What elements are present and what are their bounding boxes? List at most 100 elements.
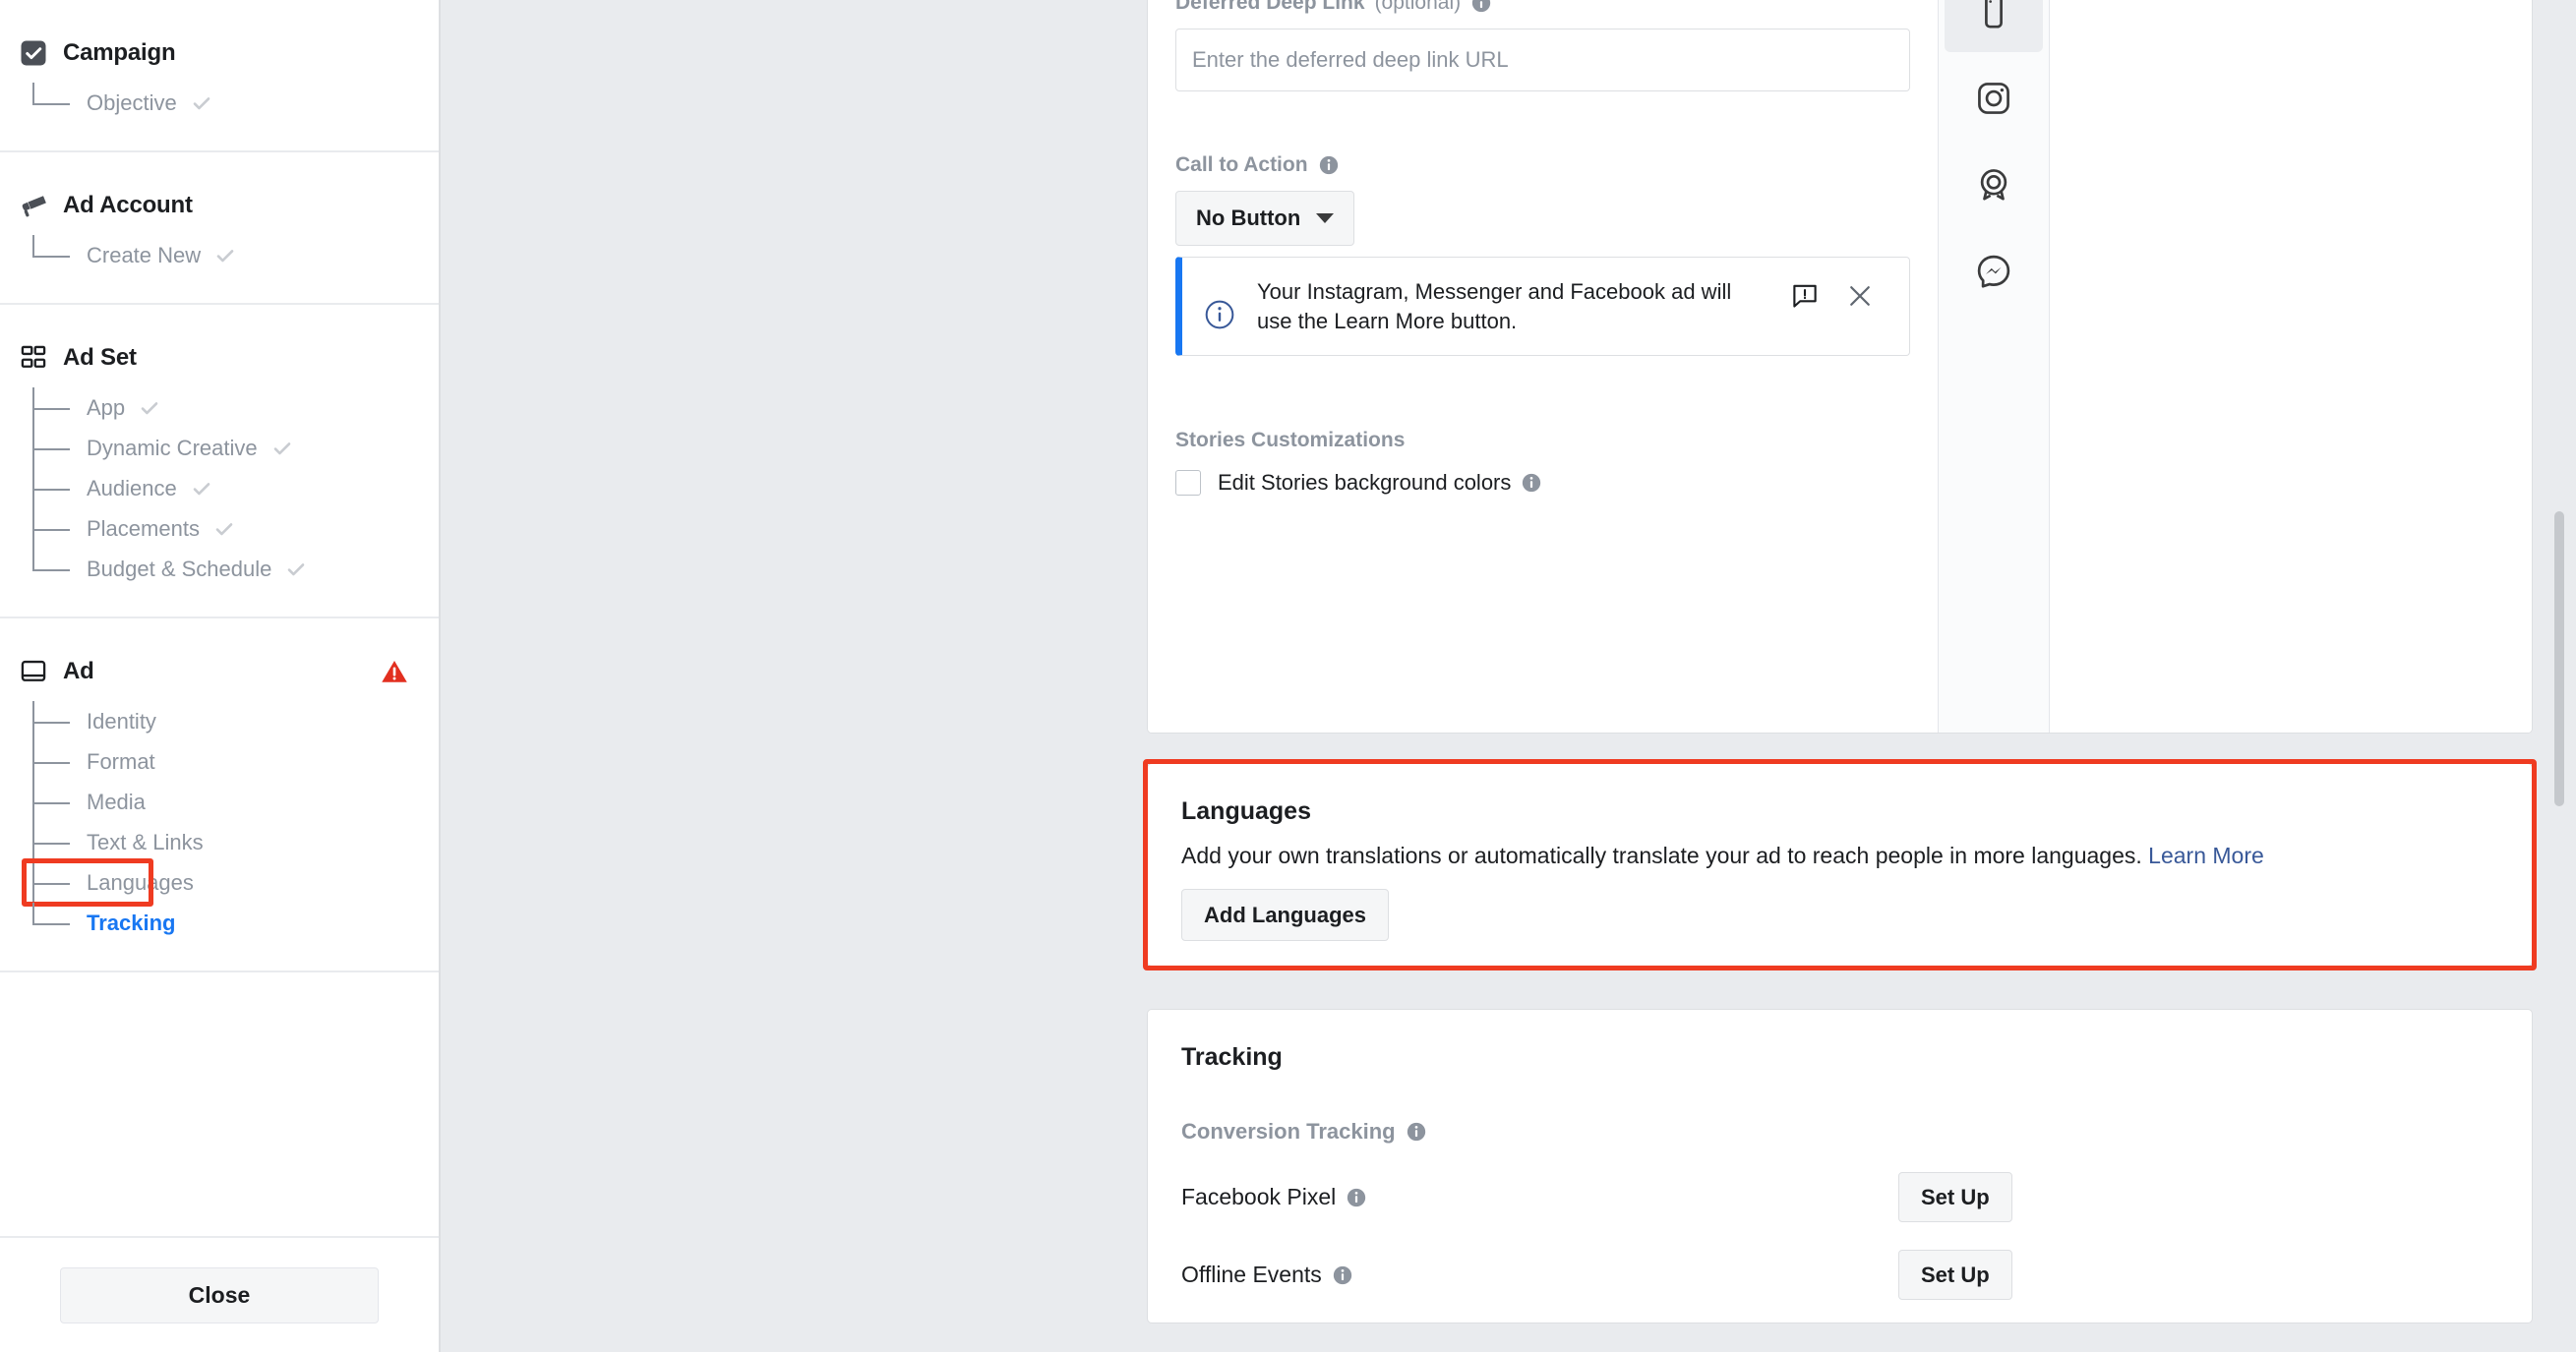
check-icon bbox=[212, 517, 236, 541]
nav-group-header-ad-account[interactable]: Ad Account bbox=[0, 190, 439, 221]
deferred-deep-link-input[interactable] bbox=[1175, 29, 1910, 91]
edit-stories-background-colors-row[interactable]: Edit Stories background colors bbox=[1175, 470, 1910, 496]
check-icon bbox=[190, 477, 213, 500]
tree-line-horizontal bbox=[32, 447, 70, 450]
conversion-tracking-subtitle: Conversion Tracking bbox=[1181, 1119, 2498, 1145]
info-circle-icon bbox=[1204, 299, 1235, 330]
call-to-action-select[interactable]: No Button bbox=[1175, 191, 1355, 246]
feedback-flag-icon[interactable] bbox=[1790, 281, 1820, 316]
sidebar-item-label: Identity bbox=[87, 708, 156, 734]
preview-tab-instagram[interactable] bbox=[1945, 62, 2043, 139]
sidebar-item-label: Budget & Schedule bbox=[87, 556, 272, 581]
cta-info-banner-actions bbox=[1790, 277, 1875, 316]
creative-form-column: Deferred Deep Link (optional) Call bbox=[1148, 0, 1939, 733]
ad-preview-canvas bbox=[2050, 0, 2532, 733]
audience-network-icon bbox=[1975, 166, 2012, 208]
info-icon[interactable] bbox=[1521, 472, 1542, 494]
check-icon bbox=[270, 437, 294, 460]
creative-form-fields: Deferred Deep Link (optional) Call bbox=[1175, 0, 1910, 733]
offline-events-setup-button[interactable]: Set Up bbox=[1898, 1250, 2012, 1300]
tree-line-vertical bbox=[32, 83, 34, 103]
sidebar-item-dynamic-creative[interactable]: Dynamic Creative bbox=[0, 428, 439, 468]
edit-stories-background-colors-checkbox[interactable] bbox=[1175, 470, 1201, 496]
nav-children-ad: Identity Format Media Text & Links Langu… bbox=[0, 701, 439, 943]
nav-group-header-campaign[interactable]: Campaign bbox=[0, 37, 439, 69]
close-x-icon[interactable] bbox=[1845, 281, 1875, 316]
facebook-pixel-label: Facebook Pixel bbox=[1181, 1184, 1337, 1209]
tree-line-horizontal bbox=[32, 842, 70, 845]
sidebar-item-label: Placements bbox=[87, 515, 200, 541]
sidebar-item-label: Objective bbox=[87, 89, 177, 115]
call-to-action-label-text: Call to Action bbox=[1175, 153, 1308, 176]
preview-tab-audience-network[interactable] bbox=[1945, 148, 2043, 225]
tracking-row-label: Offline Events bbox=[1181, 1262, 1898, 1288]
nav-group-title: Ad Account bbox=[63, 192, 193, 218]
sidebar-item-objective[interactable]: Objective bbox=[0, 83, 439, 123]
sidebar-item-label: Tracking bbox=[87, 910, 176, 935]
mobile-phone-icon bbox=[1975, 0, 2012, 35]
tracking-card-body: Tracking Conversion Tracking Facebook Pi… bbox=[1148, 1010, 2532, 1300]
info-icon[interactable] bbox=[1406, 1121, 1427, 1143]
tree-line-horizontal bbox=[32, 528, 70, 531]
check-icon bbox=[190, 91, 213, 115]
sidebar-item-app[interactable]: App bbox=[0, 387, 439, 428]
nav-group-campaign: Campaign Objective bbox=[0, 0, 439, 152]
tree-line-horizontal bbox=[32, 922, 70, 925]
sidebar-item-identity[interactable]: Identity bbox=[0, 701, 439, 741]
sidebar-item-budget-schedule[interactable]: Budget & Schedule bbox=[0, 549, 439, 589]
sidebar-item-placements[interactable]: Placements bbox=[0, 508, 439, 549]
languages-description-text: Add your own translations or automatical… bbox=[1181, 843, 2142, 868]
cta-info-banner: Your Instagram, Messenger and Facebook a… bbox=[1175, 257, 1910, 357]
sidebar-item-label: Text & Links bbox=[87, 829, 204, 854]
tracking-row-facebook-pixel: Facebook Pixel Set Up bbox=[1181, 1172, 2498, 1222]
sidebar-item-languages[interactable]: Languages bbox=[0, 858, 439, 907]
tree-line-horizontal bbox=[32, 407, 70, 410]
sidebar-item-text-links[interactable]: Text & Links bbox=[0, 822, 439, 862]
preview-tab-messenger[interactable] bbox=[1945, 235, 2043, 312]
main-scrollbar-thumb[interactable] bbox=[2554, 511, 2564, 806]
nav-group-title: Campaign bbox=[63, 39, 176, 66]
sidebar-item-create-new[interactable]: Create New bbox=[0, 235, 439, 275]
close-button[interactable]: Close bbox=[60, 1266, 379, 1323]
nav-group-ad-set: Ad Set App Dynamic Creative Audience Pla… bbox=[0, 305, 439, 618]
sidebar-item-format[interactable]: Format bbox=[0, 741, 439, 782]
nav-group-header-ad[interactable]: Ad bbox=[0, 656, 439, 687]
sidebar-spacer bbox=[0, 972, 439, 1238]
info-icon[interactable] bbox=[1318, 154, 1340, 176]
call-to-action-selected-value: No Button bbox=[1196, 206, 1301, 230]
tree-line-horizontal bbox=[32, 568, 70, 571]
sidebar-item-media[interactable]: Media bbox=[0, 782, 439, 822]
check-icon bbox=[213, 244, 237, 267]
sidebar-item-audience[interactable]: Audience bbox=[0, 468, 439, 508]
tracking-card: Tracking Conversion Tracking Facebook Pi… bbox=[1147, 1009, 2533, 1323]
info-icon[interactable] bbox=[1332, 1264, 1353, 1286]
facebook-pixel-setup-button[interactable]: Set Up bbox=[1898, 1172, 2012, 1222]
info-icon[interactable] bbox=[1470, 0, 1492, 14]
main-scrollbar[interactable] bbox=[2552, 0, 2566, 1352]
nav-group-title: Ad Set bbox=[63, 344, 137, 371]
tree-line-horizontal bbox=[32, 761, 70, 764]
tracking-row-offline-events: Offline Events Set Up bbox=[1181, 1250, 2498, 1300]
preview-tab-mobile[interactable] bbox=[1945, 0, 2043, 52]
main-content: Deferred Deep Link (optional) Call bbox=[441, 0, 2576, 1352]
languages-card: Languages Add your own translations or a… bbox=[1147, 763, 2533, 967]
ads-manager-editor: Campaign Objective Ad Account Create New… bbox=[0, 0, 2576, 1352]
languages-card-body: Languages Add your own translations or a… bbox=[1148, 764, 2532, 974]
creative-editor-panel: Deferred Deep Link (optional) Call bbox=[1147, 0, 2533, 734]
languages-learn-more-link[interactable]: Learn More bbox=[2148, 843, 2264, 868]
tracking-row-label: Facebook Pixel bbox=[1181, 1184, 1898, 1210]
grid-icon bbox=[18, 342, 49, 374]
nav-group-header-ad-set[interactable]: Ad Set bbox=[0, 342, 439, 374]
info-icon[interactable] bbox=[1346, 1187, 1367, 1208]
tracking-title: Tracking bbox=[1181, 1043, 1283, 1071]
deferred-deep-link-label: Deferred Deep Link (optional) bbox=[1175, 0, 1910, 15]
languages-title: Languages bbox=[1181, 797, 1311, 825]
sidebar-item-tracking[interactable]: Tracking bbox=[0, 903, 439, 943]
megaphone-icon bbox=[18, 190, 49, 221]
nav-group-ad: Ad Identity Format Media Text & Links La… bbox=[0, 618, 439, 972]
check-icon bbox=[284, 558, 308, 581]
add-languages-button[interactable]: Add Languages bbox=[1181, 889, 1390, 941]
deferred-deep-link-label-text: Deferred Deep Link bbox=[1175, 0, 1365, 14]
edit-stories-background-colors-text: Edit Stories background colors bbox=[1218, 470, 1512, 495]
deferred-deep-link-optional-text: (optional) bbox=[1374, 0, 1462, 14]
